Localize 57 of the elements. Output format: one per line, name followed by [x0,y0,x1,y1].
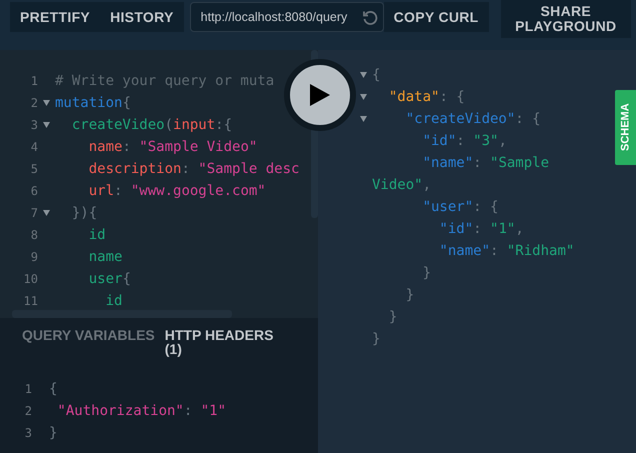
line-number: 3 [30,117,38,134]
line-number: 2 [30,95,38,112]
code-line: { [49,380,58,398]
line-number: 4 [30,139,38,156]
toolbar-button[interactable]: PRETTIFY [10,2,100,32]
fold-arrow-icon[interactable] [360,116,366,122]
code-line: name: "Sample Video" [88,138,258,156]
line-number: 6 [30,183,38,200]
code-line: description: "Sample desc [88,160,300,178]
line-number: 1 [24,381,32,398]
url-field[interactable]: http://localhost:8080/query [190,2,384,32]
code-line: "id": "3", [422,132,507,150]
panel-tab[interactable]: QUERY VARIABLES [22,328,155,342]
code-line: name [88,248,122,266]
toolbar-button[interactable]: HISTORY [100,2,184,32]
code-line: "user": { [422,198,498,216]
code-line: "data": { [388,88,465,106]
line-number: 11 [22,293,38,310]
code-line: user{ [88,270,131,288]
code-line: mutation{ [55,94,131,112]
code-line: } [388,308,398,326]
code-line: } [372,330,380,348]
code-line: } [49,424,58,442]
line-number: 7 [30,205,38,222]
code-line: "createVideo": { [404,110,541,128]
line-number: 1 [30,73,38,90]
line-number: 2 [24,403,32,420]
code-line: # Write your query or muta [55,72,274,90]
code-line: { [372,66,380,84]
code-line: createVideo(input:{ [70,116,232,134]
code-line: "id": "1", [438,220,524,238]
code-line: } [422,264,432,282]
reload-icon[interactable] [362,9,378,25]
line-number: 8 [30,227,38,244]
panel-tab[interactable]: HTTP HEADERS (1) [164,328,290,356]
code-line: } [404,286,414,304]
query-editor[interactable]: 1 # Write your query or muta 2 mutation{ 3 createVideo(input:{ 4 name: "Sample Video" 5 description: "Sample desc 6 url: "www.google.com" 7 }){ 8 id 9 name 10 user{ 11 id [0,50,318,318]
fold-arrow-icon[interactable] [43,210,50,216]
code-line: "name": "Sample [422,154,550,172]
code-line: id [88,226,106,244]
line-number: 3 [24,425,32,442]
fold-arrow-icon[interactable] [360,94,366,100]
play-icon [310,84,330,106]
code-line: url: "www.google.com" [88,182,266,200]
share-playground-button[interactable]: SHARE PLAYGROUND [500,0,631,38]
code-line: "name": "Ridham" [438,242,574,260]
line-number: 9 [30,249,38,266]
copy-curl-button[interactable]: COPY CURL [384,2,489,32]
code-line: }){ [70,204,98,222]
fold-arrow-icon[interactable] [43,122,50,128]
fold-arrow-icon[interactable] [43,100,50,106]
line-number: 5 [30,161,38,178]
code-line: "Authorization": "1" [56,402,226,420]
code-line: id [104,292,122,310]
code-line: Video", [372,176,432,194]
line-number: 10 [22,271,38,288]
fold-arrow-icon[interactable] [360,72,366,78]
